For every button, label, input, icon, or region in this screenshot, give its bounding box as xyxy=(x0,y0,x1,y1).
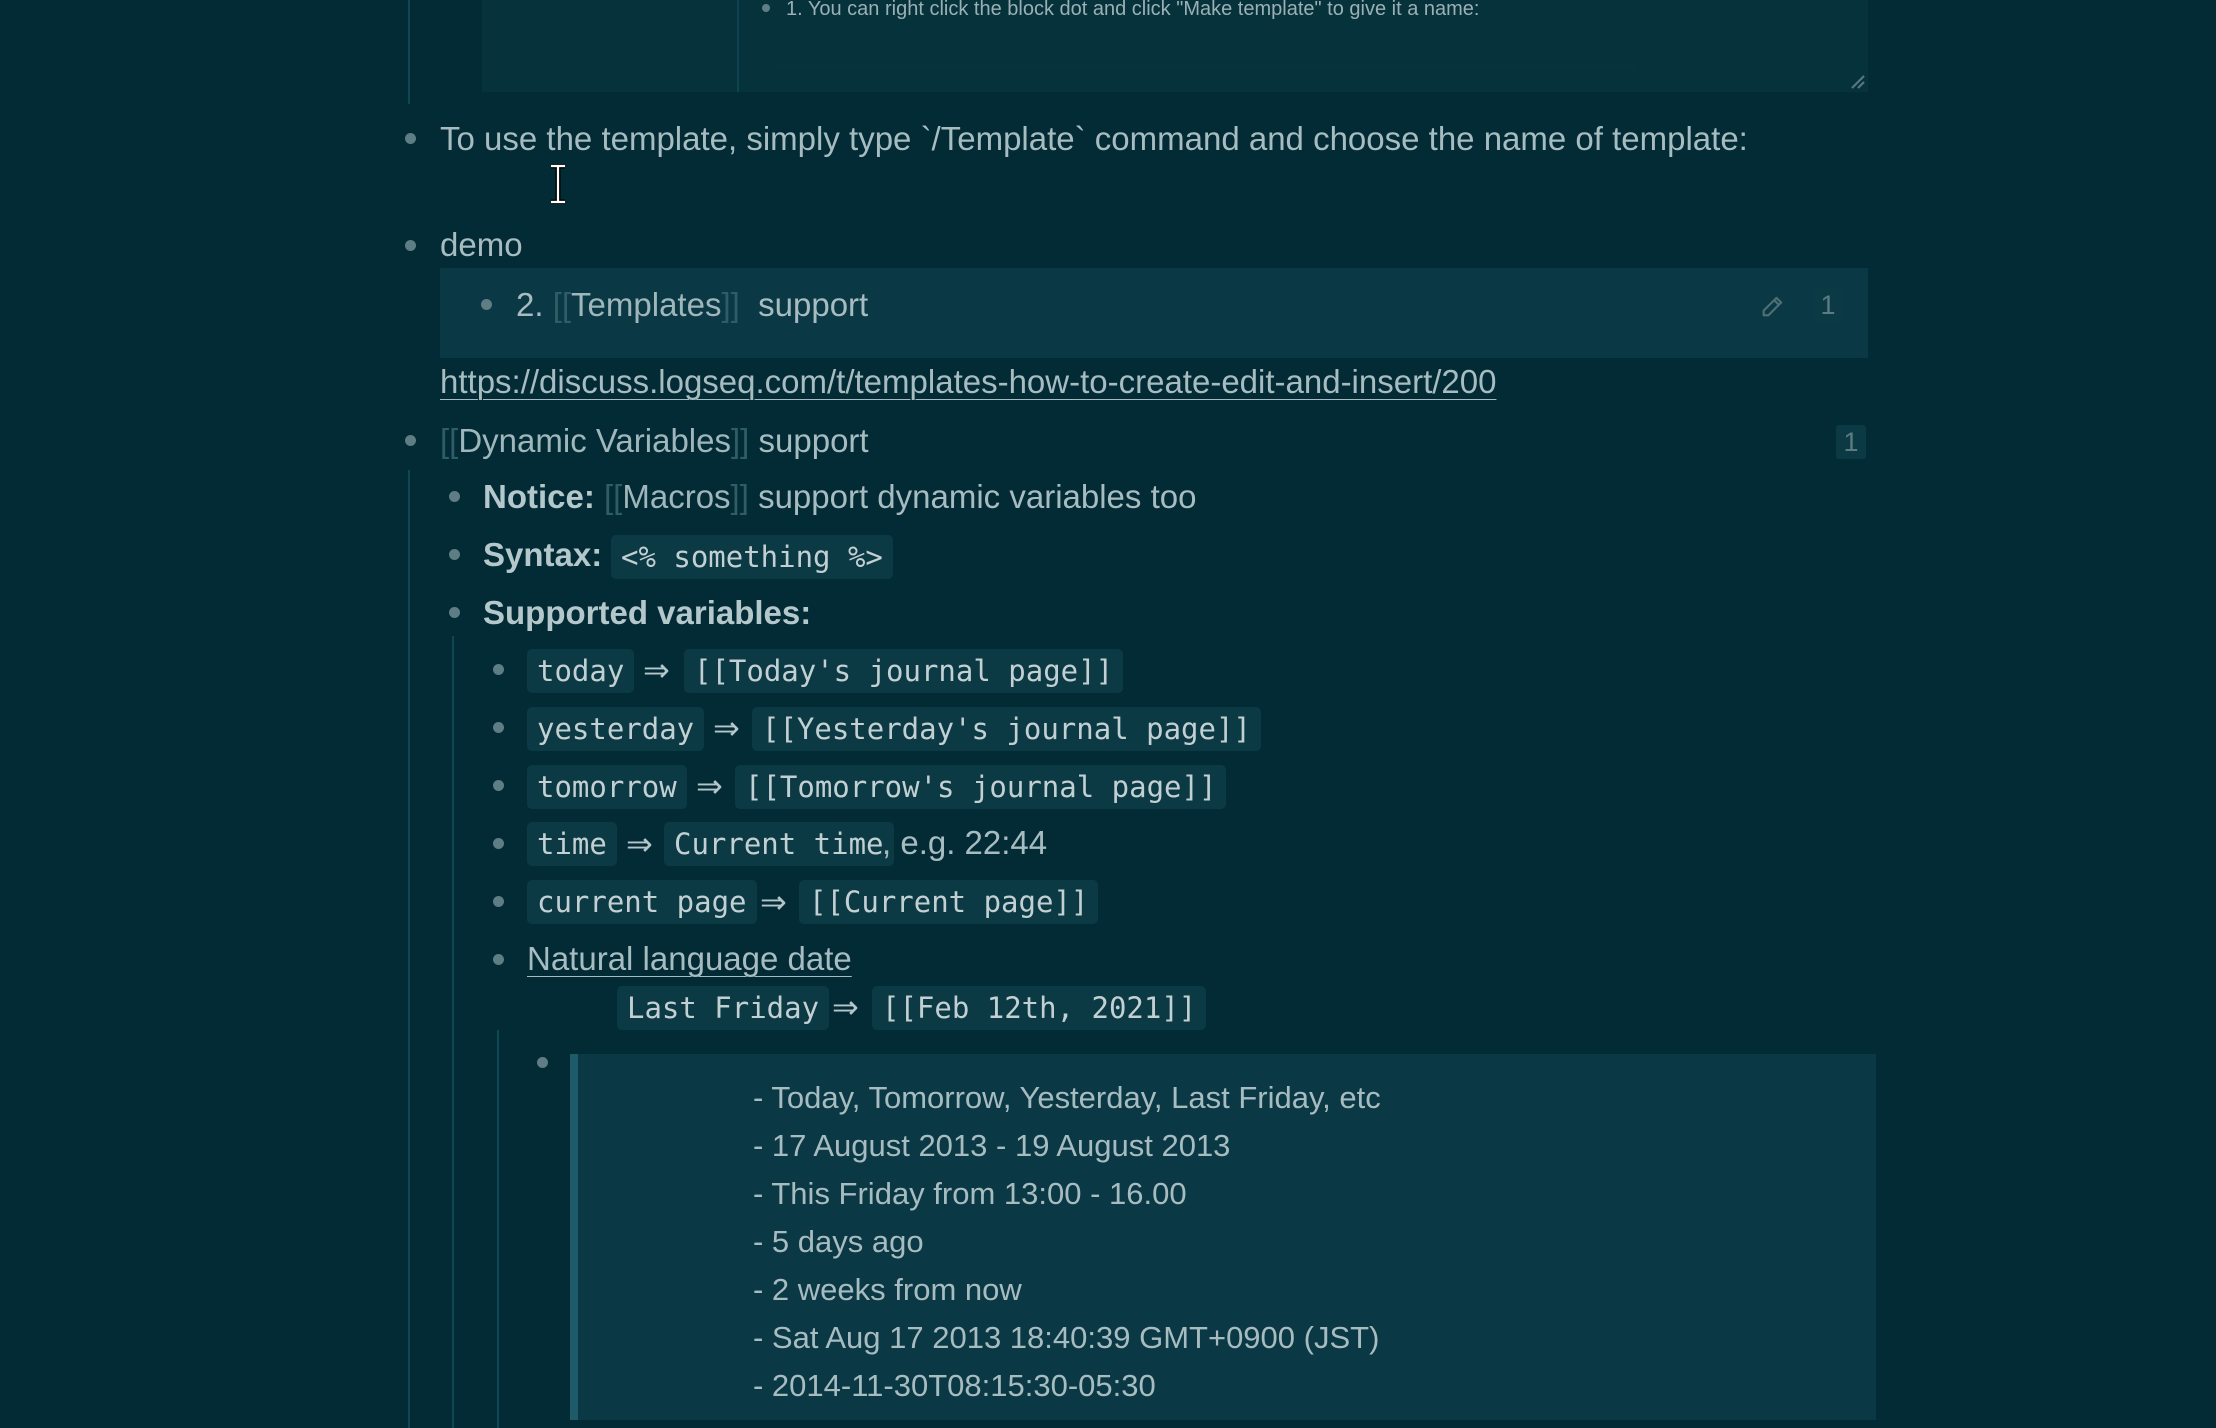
var-time-example: , e.g. 22:44 xyxy=(882,824,1048,861)
var-value-time: Current time xyxy=(664,822,894,866)
var-value-current-page: [[Current page]] xyxy=(799,880,1099,924)
ref-count-badge[interactable]: 1 xyxy=(1813,288,1843,322)
block-guide-line xyxy=(408,0,410,104)
ref-count-badge[interactable]: 1 xyxy=(1836,425,1866,459)
var-value-yesterday: [[Yesterday's journal page]] xyxy=(752,707,1261,751)
arrow: ⇒ xyxy=(832,989,859,1025)
notice-text: support dynamic variables too xyxy=(758,478,1197,515)
bracket-open: [[ xyxy=(552,286,572,323)
bracket-open: [[ xyxy=(440,422,459,459)
block-guide-line xyxy=(497,1030,499,1428)
block-text-dynamic[interactable]: [[Dynamic Variables]] support xyxy=(440,421,869,461)
embed-ref-line[interactable]: 2. [[Templates]] support xyxy=(516,285,868,325)
var-name-current-page: current page xyxy=(527,880,757,924)
block-bullet[interactable] xyxy=(537,1057,548,1068)
var-name-yesterday: yesterday xyxy=(527,707,705,751)
bracket-close: ]] xyxy=(731,422,750,459)
discuss-link[interactable]: https://discuss.logseq.com/t/templates-h… xyxy=(440,362,1496,402)
block-bullet[interactable] xyxy=(405,435,416,446)
var-name-time: time xyxy=(527,822,617,866)
var-name-tomorrow: tomorrow xyxy=(527,765,687,809)
block-reference-embed: 2. [[Templates]] support 1 xyxy=(440,268,1868,358)
bracket-close: ]] xyxy=(721,286,740,323)
arrow: ⇒ xyxy=(760,884,787,920)
arrow: ⇒ xyxy=(626,826,653,862)
pencil-icon[interactable] xyxy=(1759,292,1787,320)
block-bullet[interactable] xyxy=(493,722,504,733)
block-bullet[interactable] xyxy=(449,491,460,502)
dynamic-suffix: support xyxy=(758,422,869,459)
embed-ref-prefix: 2. xyxy=(516,286,544,323)
syntax-code: <% something %> xyxy=(611,535,893,579)
quote-line: - 5 days ago xyxy=(753,1224,924,1259)
quote-line: - Today, Tomorrow, Yesterday, Last Frida… xyxy=(753,1080,1381,1115)
natural-language-date-link[interactable]: Natural language date xyxy=(527,939,852,979)
block-bullet[interactable] xyxy=(449,549,460,560)
notice-label: Notice: xyxy=(483,478,595,515)
syntax-label[interactable]: Syntax: xyxy=(483,535,602,575)
bracket-open: [[ xyxy=(604,478,623,515)
embed-bullet[interactable] xyxy=(481,299,492,310)
quote-line: - 2014-11-30T08:15:30-05:30 xyxy=(753,1368,1156,1403)
page-body: 1. You can right click the block dot and… xyxy=(0,0,2216,1428)
quote-line: - This Friday from 13:00 - 16.00 xyxy=(753,1176,1187,1211)
block-bullet[interactable] xyxy=(449,607,460,618)
var-name-today: today xyxy=(527,649,635,693)
quote-line: - 2 weeks from now xyxy=(753,1272,1022,1307)
quote-line: - Sat Aug 17 2013 18:40:39 GMT+0900 (JST… xyxy=(753,1320,1380,1355)
embed-divider xyxy=(737,0,739,92)
block-bullet[interactable] xyxy=(493,838,504,849)
natural-example-name: Last Friday xyxy=(617,986,830,1030)
block-guide-line xyxy=(408,470,410,1428)
text-cursor-icon xyxy=(551,164,565,204)
embed-bullet[interactable] xyxy=(762,4,770,12)
quote-line: - 17 August 2013 - 19 August 2013 xyxy=(753,1128,1231,1163)
resize-handle-icon[interactable] xyxy=(1850,74,1866,90)
page-ref-macros[interactable]: Macros xyxy=(622,478,730,515)
quote-lines: - Today, Tomorrow, Yesterday, Last Frida… xyxy=(753,1074,1381,1410)
quote-block: - Today, Tomorrow, Yesterday, Last Frida… xyxy=(570,1054,1876,1420)
block-bullet[interactable] xyxy=(493,780,504,791)
page-ref-dynamic-variables[interactable]: Dynamic Variables xyxy=(458,422,731,459)
template-embed-block: 1. You can right click the block dot and… xyxy=(482,0,1868,92)
arrow: ⇒ xyxy=(696,768,723,804)
block-bullet[interactable] xyxy=(405,240,416,251)
block-guide-line xyxy=(452,636,454,1428)
block-text-use-template[interactable]: To use the template, simply type `/Templ… xyxy=(440,119,1748,159)
arrow: ⇒ xyxy=(643,652,670,688)
embed-hint-text: 1. You can right click the block dot and… xyxy=(786,0,1480,20)
bracket-close: ]] xyxy=(730,478,749,515)
block-bullet[interactable] xyxy=(493,954,504,965)
natural-example-value: [[Feb 12th, 2021]] xyxy=(872,986,1207,1030)
block-text-notice[interactable]: Notice: [[Macros]] support dynamic varia… xyxy=(483,477,1196,517)
block-bullet[interactable] xyxy=(493,896,504,907)
block-bullet[interactable] xyxy=(493,664,504,675)
block-bullet[interactable] xyxy=(405,133,416,144)
var-value-today: [[Today's journal page]] xyxy=(684,649,1124,693)
supported-variables-label[interactable]: Supported variables: xyxy=(483,593,811,633)
block-text-demo[interactable]: demo xyxy=(440,225,523,265)
var-value-tomorrow: [[Tomorrow's journal page]] xyxy=(735,765,1227,809)
arrow: ⇒ xyxy=(713,710,740,746)
page-ref-templates[interactable]: Templates xyxy=(571,286,721,323)
embed-ref-suffix: support xyxy=(758,286,869,323)
embed-scrollbar[interactable] xyxy=(777,64,1637,70)
